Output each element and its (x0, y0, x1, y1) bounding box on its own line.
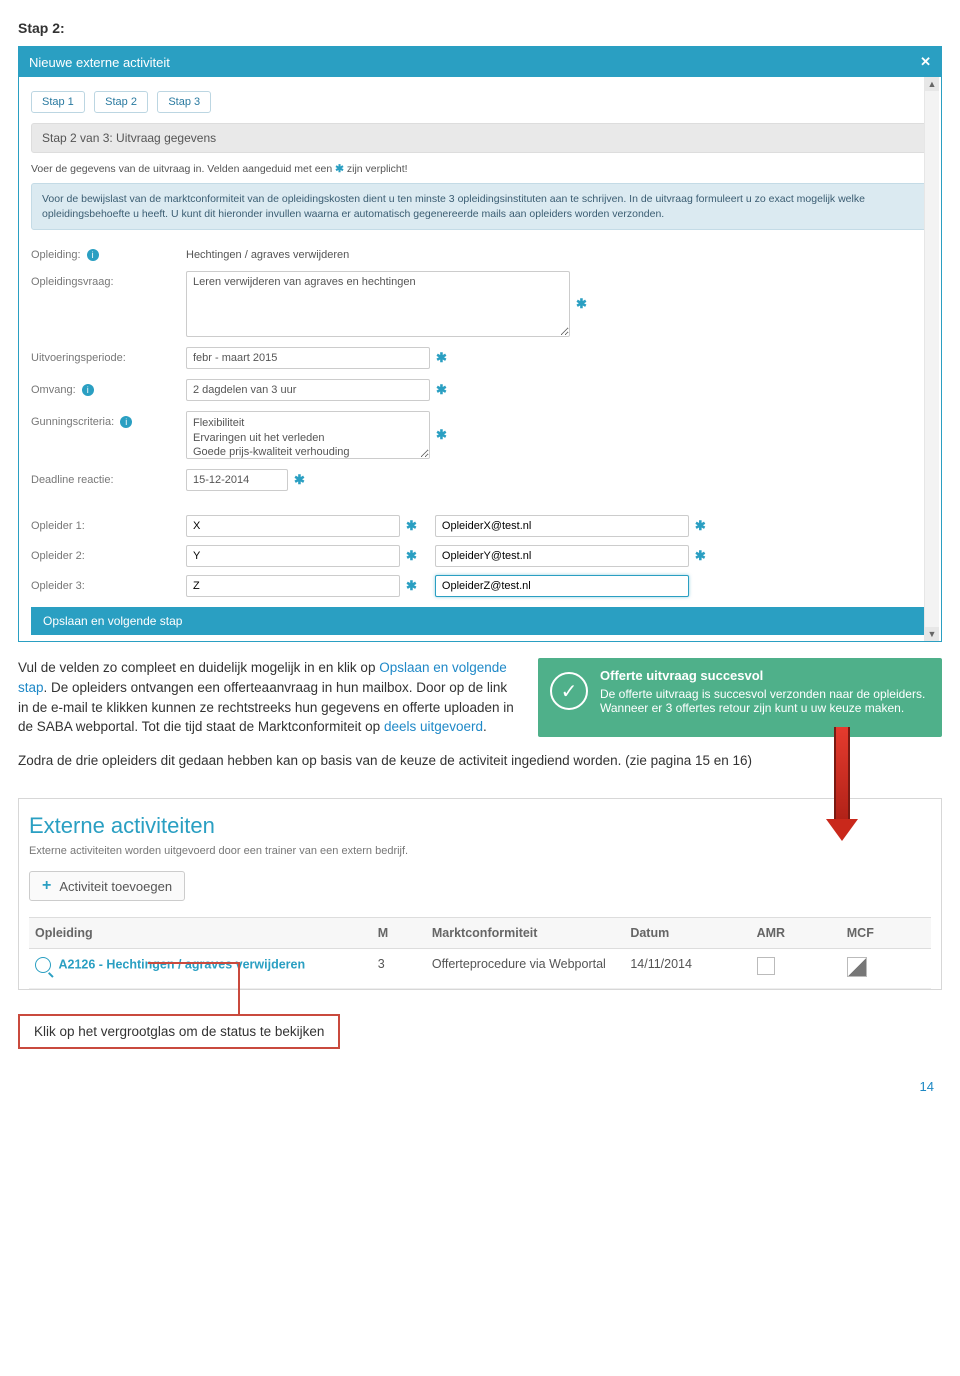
magnifier-icon[interactable] (35, 957, 51, 973)
required-asterisk-icon: ✱ (406, 548, 417, 564)
omvang-input[interactable] (186, 379, 430, 401)
required-asterisk-icon: ✱ (576, 296, 587, 312)
info-icon[interactable]: i (120, 416, 132, 428)
success-toast: ✓ Offerte uitvraag succesvol De offerte … (538, 658, 942, 736)
required-note: Voer de gegevens van de uitvraag in. Vel… (31, 163, 929, 175)
opleider-2-email-input[interactable] (435, 545, 689, 567)
opleidingsvraag-textarea[interactable] (186, 271, 570, 337)
required-asterisk-icon: ✱ (695, 548, 706, 564)
link-deels-uitgevoerd: deels uitgevoerd (384, 719, 483, 734)
callout-connector-icon (238, 962, 240, 1014)
scroll-up-icon[interactable]: ▲ (925, 77, 939, 91)
required-asterisk-icon: ✱ (406, 518, 417, 534)
asterisk-icon: ✱ (335, 163, 344, 175)
cell-m: 3 (372, 949, 426, 989)
section-title: Stap 2 van 3: Uitvraag gegevens (31, 123, 929, 153)
label-opleider-1: Opleider 1: (31, 520, 186, 532)
required-asterisk-icon: ✱ (294, 472, 305, 488)
label-omvang: Omvang: i (31, 379, 186, 396)
scroll-down-icon[interactable]: ▼ (925, 627, 939, 641)
table-row: A2126 - Hechtingen / agraves verwijderen… (29, 949, 931, 989)
scrollbar[interactable]: ▲ ▼ (924, 77, 939, 641)
th-marktconformiteit[interactable]: Marktconformiteit (426, 918, 624, 949)
amr-checkbox[interactable] (757, 957, 775, 975)
opleider-3-email-input[interactable] (435, 575, 689, 597)
opleider-1-name-input[interactable] (186, 515, 400, 537)
label-gunningscriteria: Gunningscriteria: i (31, 411, 186, 428)
opleider-2-name-input[interactable] (186, 545, 400, 567)
modal-header: Nieuwe externe activiteit ✕ (19, 47, 941, 77)
tab-step-3[interactable]: Stap 3 (157, 91, 211, 113)
add-activity-button[interactable]: + Activiteit toevoegen (29, 871, 185, 901)
tab-step-2[interactable]: Stap 2 (94, 91, 148, 113)
close-icon[interactable]: ✕ (920, 54, 931, 70)
required-asterisk-icon: ✱ (695, 518, 706, 534)
uitvoeringsperiode-input[interactable] (186, 347, 430, 369)
page-number: 14 (18, 1079, 942, 1094)
annotation-arrow-icon (826, 727, 858, 841)
modal-title: Nieuwe externe activiteit (29, 55, 170, 70)
info-icon[interactable]: i (87, 249, 99, 261)
label-uitvoeringsperiode: Uitvoeringsperiode: (31, 347, 186, 364)
cell-datum: 14/11/2014 (624, 949, 750, 989)
label-opleider-2: Opleider 2: (31, 550, 186, 562)
label-opleiding: Opleiding: i (31, 244, 186, 261)
explain-paragraph-2: Zodra de drie opleiders dit gedaan hebbe… (18, 751, 942, 771)
panel-title: Externe activiteiten (29, 813, 931, 839)
add-activity-label: Activiteit toevoegen (59, 879, 172, 894)
callout-box: Klik op het vergrootglas om de status te… (18, 1014, 340, 1049)
success-body: De offerte uitvraag is succesvol verzond… (600, 687, 930, 715)
activity-link[interactable]: A2126 - Hechtingen / agraves verwijderen (58, 957, 305, 971)
th-opleiding[interactable]: Opleiding (29, 918, 372, 949)
activities-table: Opleiding M Marktconformiteit Datum AMR … (29, 917, 931, 989)
label-opleidingsvraag: Opleidingsvraag: (31, 271, 186, 288)
value-opleiding: Hechtingen / agraves verwijderen (186, 244, 349, 261)
required-asterisk-icon: ✱ (436, 382, 447, 398)
label-deadline: Deadline reactie: (31, 469, 186, 486)
th-m[interactable]: M (372, 918, 426, 949)
gunningscriteria-textarea[interactable] (186, 411, 430, 459)
required-asterisk-icon: ✱ (436, 350, 447, 366)
info-box: Voor de bewijslast van de marktconformit… (31, 183, 929, 230)
save-next-button[interactable]: Opslaan en volgende stap (31, 607, 929, 635)
plus-icon: + (42, 878, 51, 894)
tab-step-1[interactable]: Stap 1 (31, 91, 85, 113)
explain-paragraph-1: Vul de velden zo compleet en duidelijk m… (18, 658, 520, 736)
modal-window: Nieuwe externe activiteit ✕ ▲ ▼ Stap 1 S… (18, 46, 942, 642)
panel-subtitle: Externe activiteiten worden uitgevoerd d… (29, 845, 931, 857)
mcf-status-icon[interactable] (847, 957, 867, 977)
label-opleider-3: Opleider 3: (31, 580, 186, 592)
opleider-1-email-input[interactable] (435, 515, 689, 537)
th-mcf[interactable]: MCF (841, 918, 931, 949)
th-datum[interactable]: Datum (624, 918, 750, 949)
success-title: Offerte uitvraag succesvol (600, 668, 930, 683)
deadline-input[interactable] (186, 469, 288, 491)
th-amr[interactable]: AMR (751, 918, 841, 949)
step-tabs: Stap 1 Stap 2 Stap 3 (31, 91, 929, 113)
required-asterisk-icon: ✱ (436, 427, 447, 443)
opleider-3-name-input[interactable] (186, 575, 400, 597)
step-heading: Stap 2: (18, 20, 942, 36)
required-asterisk-icon: ✱ (406, 578, 417, 594)
info-icon[interactable]: i (82, 384, 94, 396)
check-icon: ✓ (550, 672, 588, 710)
cell-markt: Offerteprocedure via Webportal (426, 949, 624, 989)
